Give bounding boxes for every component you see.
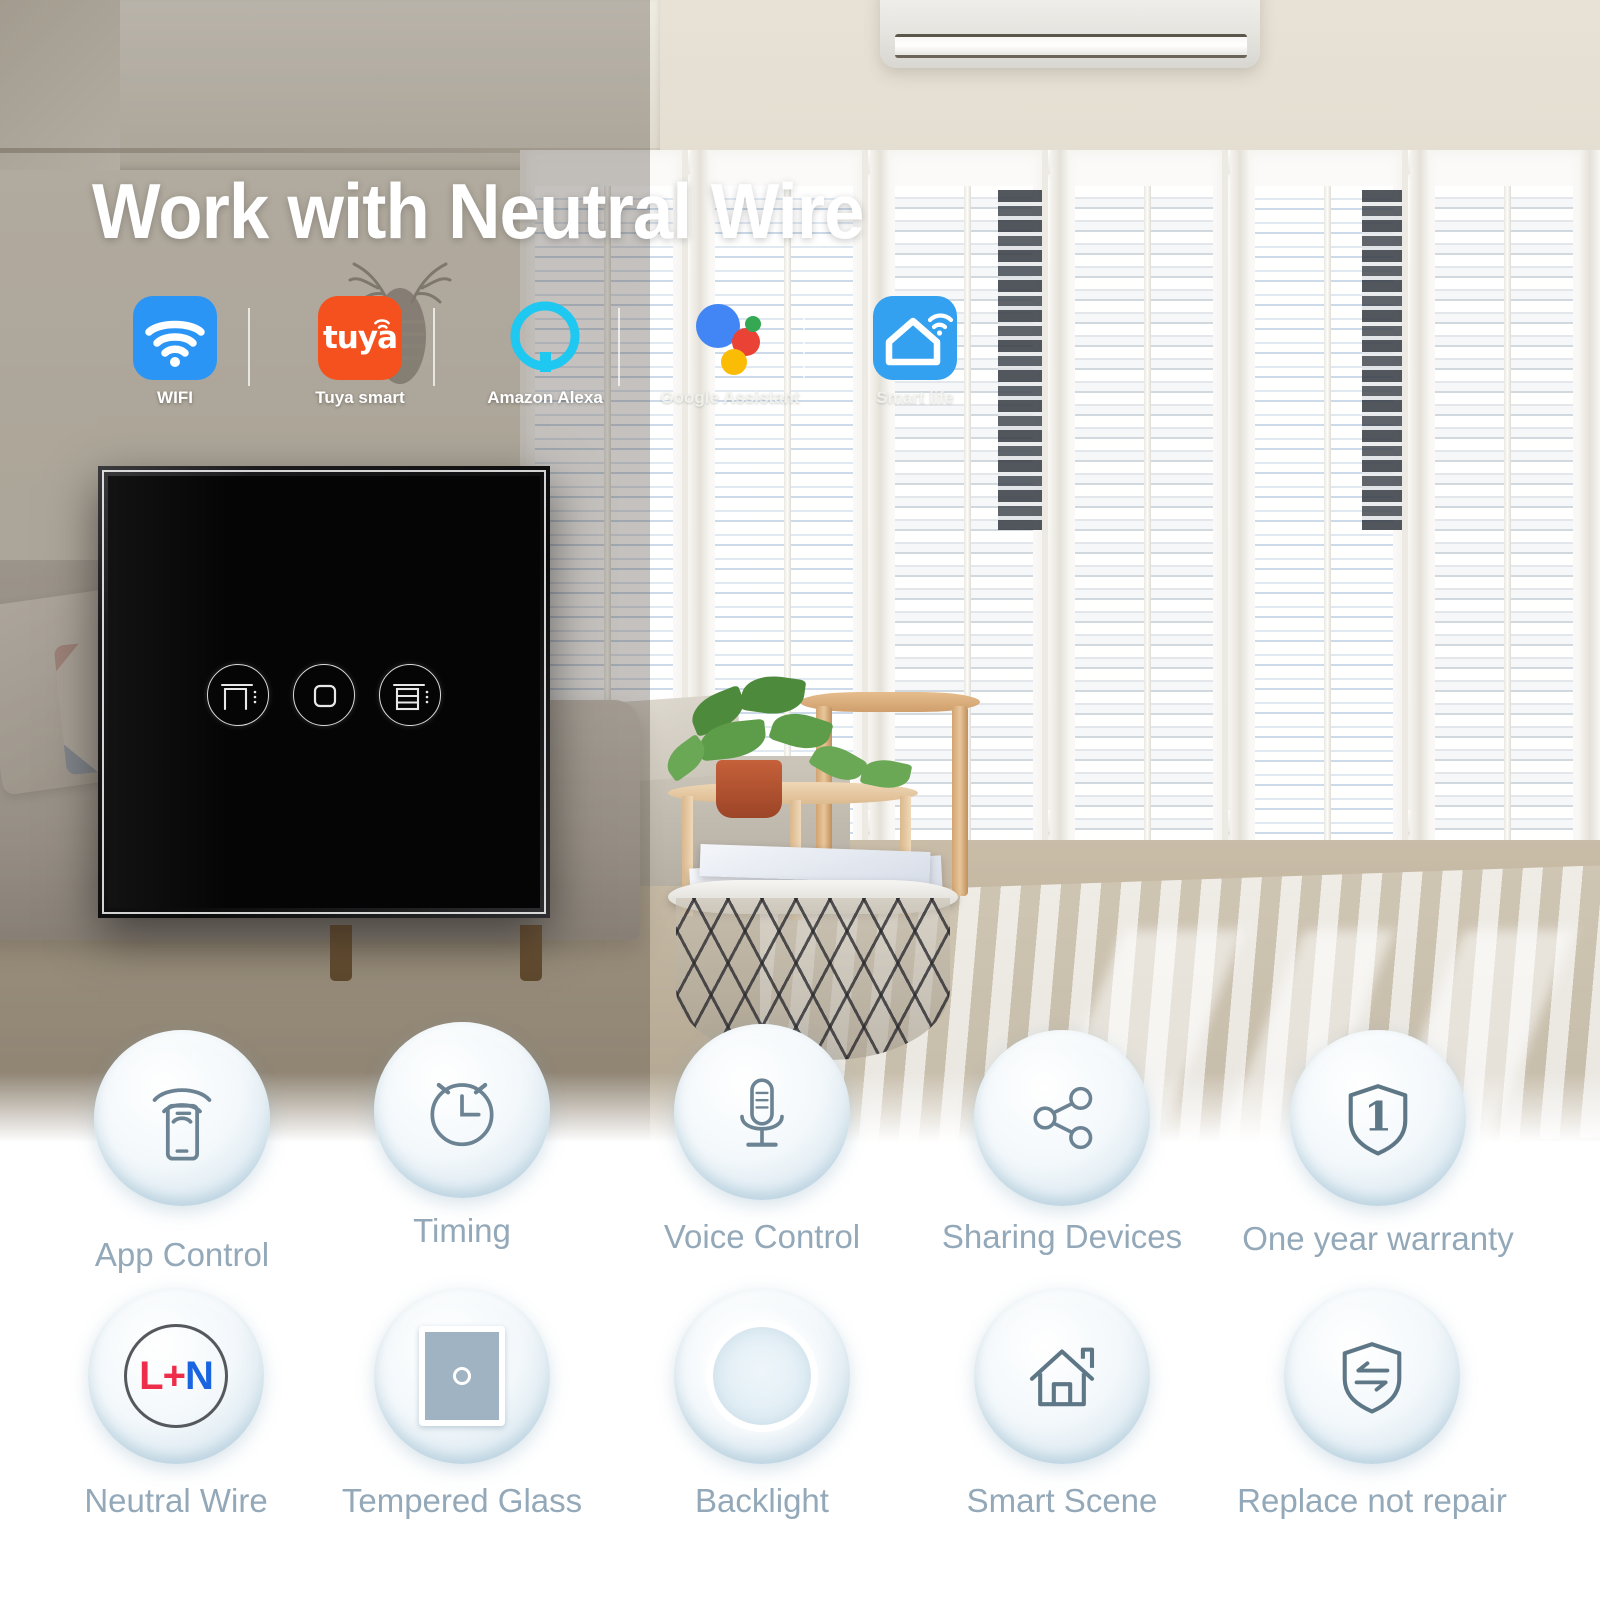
feature-label: Smart Scene bbox=[966, 1482, 1158, 1519]
smart-curtain-switch-panel bbox=[98, 466, 550, 918]
platform-label: Google Assistant bbox=[660, 388, 800, 407]
product-feature-poster: Work with Neutral Wire WIFI tuya Tuya sm… bbox=[0, 0, 1600, 1600]
live-letter: L bbox=[139, 1353, 163, 1398]
feature-smart-scene: Smart Scene bbox=[912, 1288, 1212, 1520]
share-nodes-icon bbox=[974, 1030, 1150, 1206]
feature-label: Sharing Devices bbox=[941, 1218, 1183, 1255]
platform-label: Amazon Alexa bbox=[487, 388, 603, 407]
neutral-letter: N bbox=[184, 1353, 214, 1398]
feature-label: Timing bbox=[413, 1212, 511, 1249]
feature-label: Voice Control bbox=[663, 1218, 861, 1255]
phone-signal-icon bbox=[94, 1030, 270, 1206]
wood-table-leg bbox=[952, 706, 968, 896]
divider bbox=[433, 308, 435, 386]
glass-indicator-dot bbox=[453, 1367, 471, 1385]
shield-swap-icon bbox=[1284, 1288, 1460, 1464]
feature-neutral-wire: L + N Neutral Wire bbox=[26, 1288, 326, 1520]
divider bbox=[618, 308, 620, 386]
backlight-ring-icon bbox=[674, 1288, 850, 1464]
plus-sign: + bbox=[162, 1353, 186, 1398]
curtain-open-button[interactable] bbox=[207, 664, 269, 726]
feature-one-year-warranty: 1 One year warranty bbox=[1228, 1030, 1528, 1258]
feature-replace-not-repair: Replace not repair bbox=[1222, 1288, 1522, 1520]
svg-text:1: 1 bbox=[1364, 1094, 1392, 1141]
microphone-icon bbox=[674, 1024, 850, 1200]
alarm-clock-icon bbox=[374, 1022, 550, 1198]
feature-timing: Timing bbox=[312, 1022, 612, 1250]
feature-voice-control: Voice Control bbox=[612, 1024, 912, 1256]
wifi-icon bbox=[133, 296, 217, 380]
house-icon bbox=[974, 1288, 1150, 1464]
feature-label: Replace not repair bbox=[1237, 1482, 1507, 1519]
page-title: Work with Neutral Wire bbox=[92, 167, 864, 255]
divider bbox=[803, 308, 805, 386]
feature-label: Tempered Glass bbox=[341, 1482, 583, 1519]
plant-pot bbox=[716, 760, 782, 818]
platform-tuya[interactable]: tuya Tuya smart bbox=[285, 296, 435, 408]
feature-app-control: App Control bbox=[32, 1030, 332, 1274]
divider bbox=[248, 308, 250, 386]
tuya-icon: tuya bbox=[318, 296, 402, 380]
platform-label: WIFI bbox=[157, 388, 193, 407]
feature-tempered-glass: Tempered Glass bbox=[312, 1288, 612, 1520]
amazon-alexa-icon bbox=[503, 296, 587, 380]
feature-label: Neutral Wire bbox=[84, 1482, 268, 1519]
platform-google-assistant[interactable]: Google Assistant bbox=[655, 296, 805, 408]
platform-smart-life[interactable]: Smart life bbox=[840, 296, 990, 408]
platform-wifi[interactable]: WIFI bbox=[100, 296, 250, 408]
platform-amazon-alexa[interactable]: Amazon Alexa bbox=[470, 296, 620, 408]
shield-one-icon: 1 bbox=[1290, 1030, 1466, 1206]
glass-panel-icon bbox=[374, 1288, 550, 1464]
feature-label: Backlight bbox=[695, 1482, 829, 1519]
feature-label: App Control bbox=[94, 1236, 270, 1273]
glass-square bbox=[419, 1326, 505, 1426]
curtain-stop-button[interactable] bbox=[293, 664, 355, 726]
touch-button-row bbox=[98, 664, 550, 726]
l-plus-n-badge: L + N bbox=[124, 1324, 228, 1428]
platform-label: Smart life bbox=[876, 388, 954, 407]
air-conditioner-vent bbox=[895, 34, 1247, 58]
feature-grid: App Control Timing Voice Control Sharing… bbox=[0, 1010, 1600, 1600]
feature-sharing-devices: Sharing Devices bbox=[912, 1030, 1212, 1256]
feature-backlight: Backlight bbox=[612, 1288, 912, 1520]
curtain-close-button[interactable] bbox=[379, 664, 441, 726]
feature-label: One year warranty bbox=[1242, 1220, 1514, 1257]
l-plus-n-icon: L + N bbox=[88, 1288, 264, 1464]
google-assistant-icon bbox=[688, 296, 772, 380]
smart-life-icon bbox=[873, 296, 957, 380]
glow-ring bbox=[706, 1320, 818, 1432]
compatible-platforms-row: WIFI tuya Tuya smart Amazon Alexa Google… bbox=[100, 296, 1000, 414]
platform-label: Tuya smart bbox=[315, 388, 405, 407]
